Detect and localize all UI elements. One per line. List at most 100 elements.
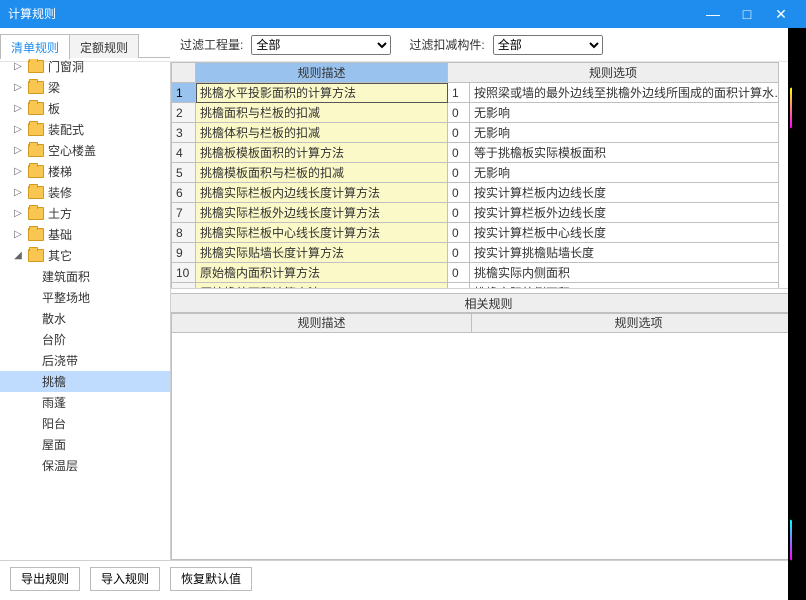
caret-right-icon[interactable]: ▷ xyxy=(12,82,24,93)
rule-option-code[interactable]: 1 xyxy=(448,83,470,103)
rule-option-code[interactable]: 0 xyxy=(448,123,470,143)
rule-option-text[interactable]: 按照梁或墙的最外边线至挑檐外边线所围成的面积计算水… xyxy=(470,83,779,103)
table-row[interactable]: 6挑檐实际栏板内边线长度计算方法0按实计算栏板内边线长度 xyxy=(172,183,779,203)
filter-quantity-label: 过滤工程量: xyxy=(180,36,243,53)
caret-right-icon[interactable]: ▷ xyxy=(12,103,24,114)
folder-icon xyxy=(28,249,44,262)
col-desc-header[interactable]: 规则描述 xyxy=(196,63,448,83)
table-row[interactable]: 11原始檐外面积计算方法0挑檐实际外侧面积 xyxy=(172,283,779,290)
tree-item[interactable]: ◢其它 xyxy=(0,245,170,266)
rule-description[interactable]: 挑檐实际栏板外边线长度计算方法 xyxy=(196,203,448,223)
footer-bar: 导出规则 导入规则 恢复默认值 xyxy=(0,560,806,596)
caret-right-icon[interactable]: ▷ xyxy=(12,208,24,219)
col-opt-header[interactable]: 规则选项 xyxy=(448,63,779,83)
row-number: 7 xyxy=(172,203,196,223)
tree-item[interactable]: ▷土方 xyxy=(0,203,170,224)
table-row[interactable]: 4挑檐板模板面积的计算方法0等于挑檐板实际模板面积 xyxy=(172,143,779,163)
tree-subitem[interactable]: 雨蓬 xyxy=(0,392,170,413)
export-rules-button[interactable]: 导出规则 xyxy=(10,567,80,591)
table-row[interactable]: 8挑檐实际栏板中心线长度计算方法0按实计算栏板中心线长度 xyxy=(172,223,779,243)
rule-description[interactable]: 挑檐实际栏板中心线长度计算方法 xyxy=(196,223,448,243)
tree-item[interactable]: ▷楼梯 xyxy=(0,161,170,182)
table-row[interactable]: 10原始檐内面积计算方法0挑檐实际内侧面积 xyxy=(172,263,779,283)
tree-item[interactable]: ▷板 xyxy=(0,98,170,119)
table-row[interactable]: 1挑檐水平投影面积的计算方法1按照梁或墙的最外边线至挑檐外边线所围成的面积计算水… xyxy=(172,83,779,103)
caret-right-icon[interactable]: ▷ xyxy=(12,145,24,156)
rule-option-code[interactable]: 0 xyxy=(448,103,470,123)
caret-right-icon[interactable]: ▷ xyxy=(12,166,24,177)
rule-description[interactable]: 挑檐水平投影面积的计算方法 xyxy=(196,83,448,103)
rule-description[interactable]: 挑檐实际栏板内边线长度计算方法 xyxy=(196,183,448,203)
rule-option-text[interactable]: 无影响 xyxy=(470,123,779,143)
tree-item-label: 梁 xyxy=(48,79,60,96)
tree-item[interactable]: ▷基础 xyxy=(0,224,170,245)
row-number: 11 xyxy=(172,283,196,290)
rule-option-text[interactable]: 等于挑檐板实际模板面积 xyxy=(470,143,779,163)
table-row[interactable]: 5挑檐模板面积与栏板的扣减0无影响 xyxy=(172,163,779,183)
rule-description[interactable]: 挑檐板模板面积的计算方法 xyxy=(196,143,448,163)
caret-right-icon[interactable]: ▷ xyxy=(12,124,24,135)
rule-option-code[interactable]: 0 xyxy=(448,203,470,223)
tree-subitem[interactable]: 阳台 xyxy=(0,413,170,434)
table-row[interactable]: 2挑檐面积与栏板的扣减0无影响 xyxy=(172,103,779,123)
rule-description[interactable]: 挑檐体积与栏板的扣减 xyxy=(196,123,448,143)
tree-subitem[interactable]: 挑檐 xyxy=(0,371,170,392)
rule-description[interactable]: 挑檐模板面积与栏板的扣减 xyxy=(196,163,448,183)
rule-option-code[interactable]: 0 xyxy=(448,223,470,243)
row-number: 9 xyxy=(172,243,196,263)
folder-icon xyxy=(28,60,44,73)
rule-description[interactable]: 原始檐内面积计算方法 xyxy=(196,263,448,283)
caret-right-icon[interactable]: ▷ xyxy=(12,229,24,240)
rule-description[interactable]: 挑檐实际贴墙长度计算方法 xyxy=(196,243,448,263)
caret-right-icon[interactable]: ▷ xyxy=(12,61,24,72)
filter-deduct-select[interactable]: 全部 xyxy=(493,35,603,55)
restore-default-button[interactable]: 恢复默认值 xyxy=(170,567,252,591)
maximize-button[interactable]: □ xyxy=(730,0,764,28)
filter-quantity-select[interactable]: 全部 xyxy=(251,35,391,55)
tab-list-rules[interactable]: 清单规则 xyxy=(0,34,70,59)
row-number: 2 xyxy=(172,103,196,123)
related-rules-body[interactable] xyxy=(171,333,806,560)
rule-description[interactable]: 原始檐外面积计算方法 xyxy=(196,283,448,290)
rule-option-code[interactable]: 0 xyxy=(448,143,470,163)
import-rules-button[interactable]: 导入规则 xyxy=(90,567,160,591)
rule-option-text[interactable]: 按实计算栏板内边线长度 xyxy=(470,183,779,203)
tree-item[interactable]: ▷ 空心楼盖 xyxy=(0,140,170,161)
minimize-button[interactable]: — xyxy=(696,0,730,28)
rule-option-text[interactable]: 无影响 xyxy=(470,103,779,123)
table-row[interactable]: 7挑檐实际栏板外边线长度计算方法0按实计算栏板外边线长度 xyxy=(172,203,779,223)
rule-option-text[interactable]: 按实计算栏板外边线长度 xyxy=(470,203,779,223)
folder-icon xyxy=(28,165,44,178)
rule-option-code[interactable]: 0 xyxy=(448,263,470,283)
tree-subitem[interactable]: 散水 xyxy=(0,308,170,329)
caret-down-icon[interactable]: ◢ xyxy=(12,250,24,261)
rule-option-text[interactable]: 按实计算栏板中心线长度 xyxy=(470,223,779,243)
rule-description[interactable]: 挑檐面积与栏板的扣减 xyxy=(196,103,448,123)
tree-item-label: 空心楼盖 xyxy=(48,142,96,159)
tree-subitem[interactable]: 保温层 xyxy=(0,455,170,476)
rule-option-text[interactable]: 挑檐实际内侧面积 xyxy=(470,263,779,283)
tree-subitem[interactable]: 台阶 xyxy=(0,329,170,350)
tree-subitem[interactable]: 屋面 xyxy=(0,434,170,455)
rule-option-code[interactable]: 0 xyxy=(448,163,470,183)
caret-right-icon[interactable]: ▷ xyxy=(12,187,24,198)
tree-subitem[interactable]: 建筑面积 xyxy=(0,266,170,287)
tree-item[interactable]: ▷梁 xyxy=(0,77,170,98)
table-row[interactable]: 3挑檐体积与栏板的扣减0无影响 xyxy=(172,123,779,143)
rule-option-code[interactable]: 0 xyxy=(448,283,470,290)
rule-option-text[interactable]: 按实计算挑檐贴墙长度 xyxy=(470,243,779,263)
tree-item[interactable]: ▷装配式 xyxy=(0,119,170,140)
rule-option-code[interactable]: 0 xyxy=(448,183,470,203)
rule-option-code[interactable]: 0 xyxy=(448,243,470,263)
rule-option-text[interactable]: 挑檐实际外侧面积 xyxy=(470,283,779,290)
folder-icon xyxy=(28,186,44,199)
tree-item[interactable]: ▷门窗洞 xyxy=(0,56,170,77)
table-row[interactable]: 9挑檐实际贴墙长度计算方法0按实计算挑檐贴墙长度 xyxy=(172,243,779,263)
close-button[interactable]: ✕ xyxy=(764,0,798,28)
rule-option-text[interactable]: 无影响 xyxy=(470,163,779,183)
tree-subitem-label: 平整场地 xyxy=(42,289,90,306)
tree-subitem[interactable]: 后浇带 xyxy=(0,350,170,371)
rules-grid[interactable]: 规则描述 规则选项 1挑檐水平投影面积的计算方法1按照梁或墙的最外边线至挑檐外边… xyxy=(171,62,806,289)
tree-subitem[interactable]: 平整场地 xyxy=(0,287,170,308)
tree-item[interactable]: ▷装修 xyxy=(0,182,170,203)
